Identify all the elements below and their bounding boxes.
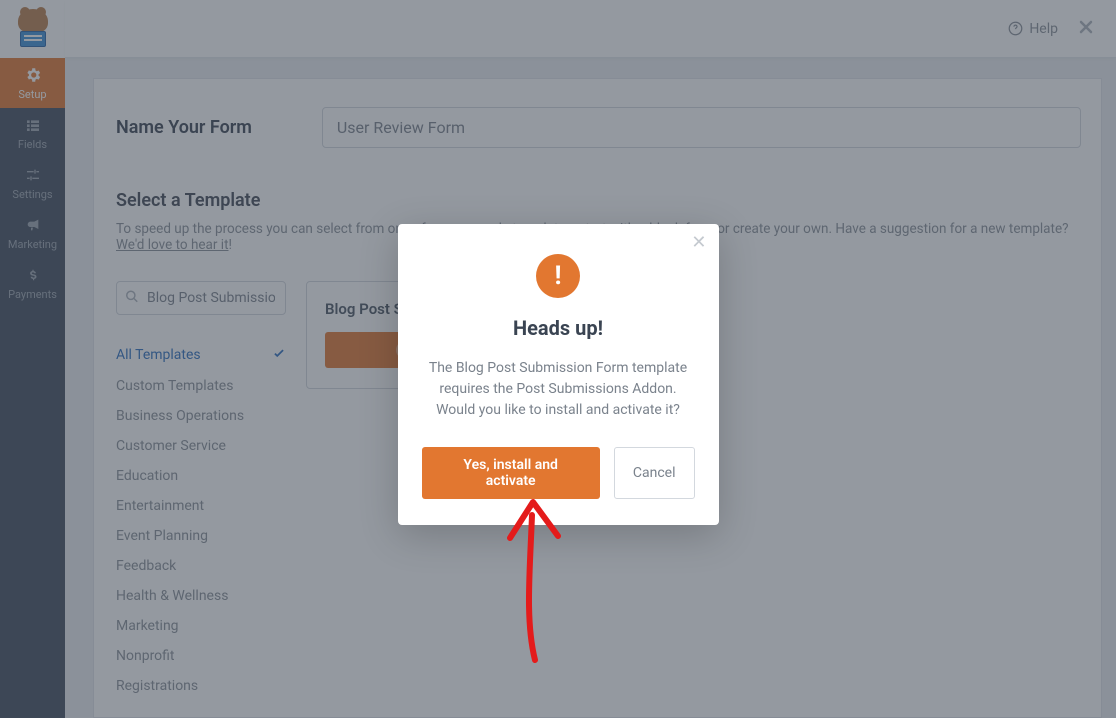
cancel-button[interactable]: Cancel — [614, 447, 695, 499]
modal-text: The Blog Post Submission Form template r… — [422, 358, 695, 421]
modal-overlay: ✕ ! Heads up! The Blog Post Submission F… — [0, 0, 1116, 718]
install-addon-modal: ✕ ! Heads up! The Blog Post Submission F… — [398, 224, 719, 525]
alert-icon: ! — [536, 254, 580, 298]
install-activate-button[interactable]: Yes, install and activate — [422, 447, 600, 499]
modal-title: Heads up! — [422, 316, 695, 340]
modal-close-icon[interactable]: ✕ — [691, 232, 706, 253]
